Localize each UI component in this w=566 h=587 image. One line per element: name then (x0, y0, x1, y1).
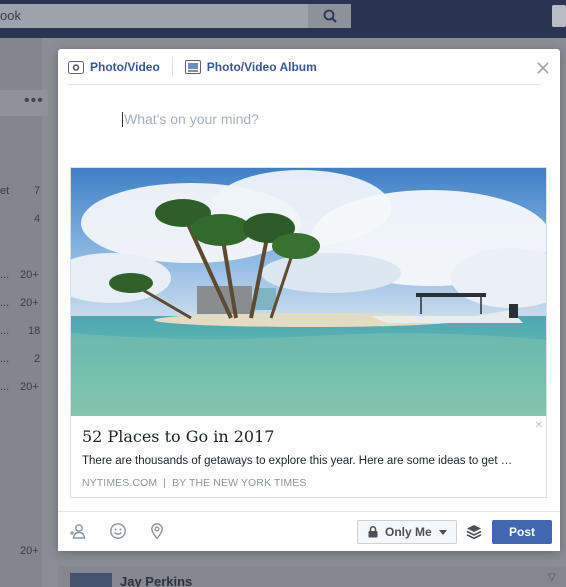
background-row-dots: ... (0, 269, 10, 281)
album-icon (184, 59, 201, 74)
composer-footer: Only Me Post (58, 511, 560, 551)
background-label-fragment: et (0, 185, 10, 197)
link-preview-card[interactable]: ✕ 52 Places to Go in 2017 There are thou… (70, 167, 547, 498)
chevron-down-icon: ▽ (548, 572, 556, 583)
background-count: 2 (34, 353, 41, 365)
background-profile-thumb (552, 5, 566, 27)
close-icon[interactable] (536, 61, 550, 75)
link-domain: NYTIMES.COM (82, 477, 158, 489)
tab-photo-video-album[interactable]: Photo/Video Album (184, 57, 317, 77)
background-count: 18 (28, 325, 41, 337)
tab-photo-video-album-label: Photo/Video Album (206, 59, 317, 74)
post-button[interactable]: Post (492, 520, 552, 544)
tab-photo-video-label: Photo/Video (90, 59, 160, 74)
feeling-button[interactable] (109, 522, 127, 540)
feeling-icon (110, 523, 126, 539)
background-row-dots: ... (0, 297, 10, 309)
background-count: 20+ (20, 297, 39, 309)
background-count: 4 (34, 213, 41, 225)
background-feed-name: Jay Perkins (120, 574, 193, 587)
link-title: 52 Places to Go in 2017 (82, 427, 275, 446)
tab-photo-video[interactable]: Photo/Video (68, 57, 160, 77)
post-composer-dialog: Photo/Video Photo/Video Album What's on … (58, 49, 560, 551)
status-input-placeholder: What's on your mind? (124, 111, 259, 127)
layers-icon (466, 525, 482, 540)
background-count: 20+ (20, 545, 39, 557)
background-left-column (0, 38, 42, 587)
composer-tabs: Photo/Video Photo/Video Album (68, 49, 540, 85)
source-separator: | (160, 477, 170, 489)
background-row-dots: ... (0, 325, 10, 337)
search-icon (323, 9, 337, 23)
tab-divider (171, 56, 173, 77)
tag-friends-button[interactable] (69, 522, 87, 540)
background-row-dots: ... (0, 381, 10, 393)
tropical-island-photo (71, 168, 546, 416)
link-byline: BY THE NEW YORK TIMES (172, 477, 307, 489)
privacy-selector[interactable]: Only Me (357, 520, 457, 544)
layers-button[interactable] (466, 524, 482, 545)
background-feed-avatar (70, 573, 112, 587)
status-input[interactable]: What's on your mind? (122, 111, 259, 127)
privacy-label: Only Me (385, 525, 432, 539)
check-in-icon (151, 523, 163, 540)
caret-down-icon (438, 529, 447, 535)
lock-icon (368, 526, 378, 538)
background-search-input (0, 4, 351, 28)
background-count: 20+ (20, 381, 39, 393)
link-source: NYTIMES.COM | BY THE NEW YORK TIMES (82, 477, 306, 489)
camera-icon (68, 60, 84, 74)
check-in-button[interactable] (148, 522, 166, 540)
background-search-text: ook (0, 8, 21, 23)
background-row-dots: ... (0, 353, 10, 365)
background-search-button (308, 4, 351, 28)
tag-friends-icon (70, 524, 86, 539)
remove-preview-icon[interactable]: ✕ (535, 420, 543, 431)
text-cursor (122, 112, 123, 127)
background-more-icon: ••• (24, 92, 44, 109)
background-count: 7 (34, 185, 41, 197)
background-count: 20+ (20, 269, 39, 281)
link-description: There are thousands of getaways to explo… (82, 455, 513, 467)
